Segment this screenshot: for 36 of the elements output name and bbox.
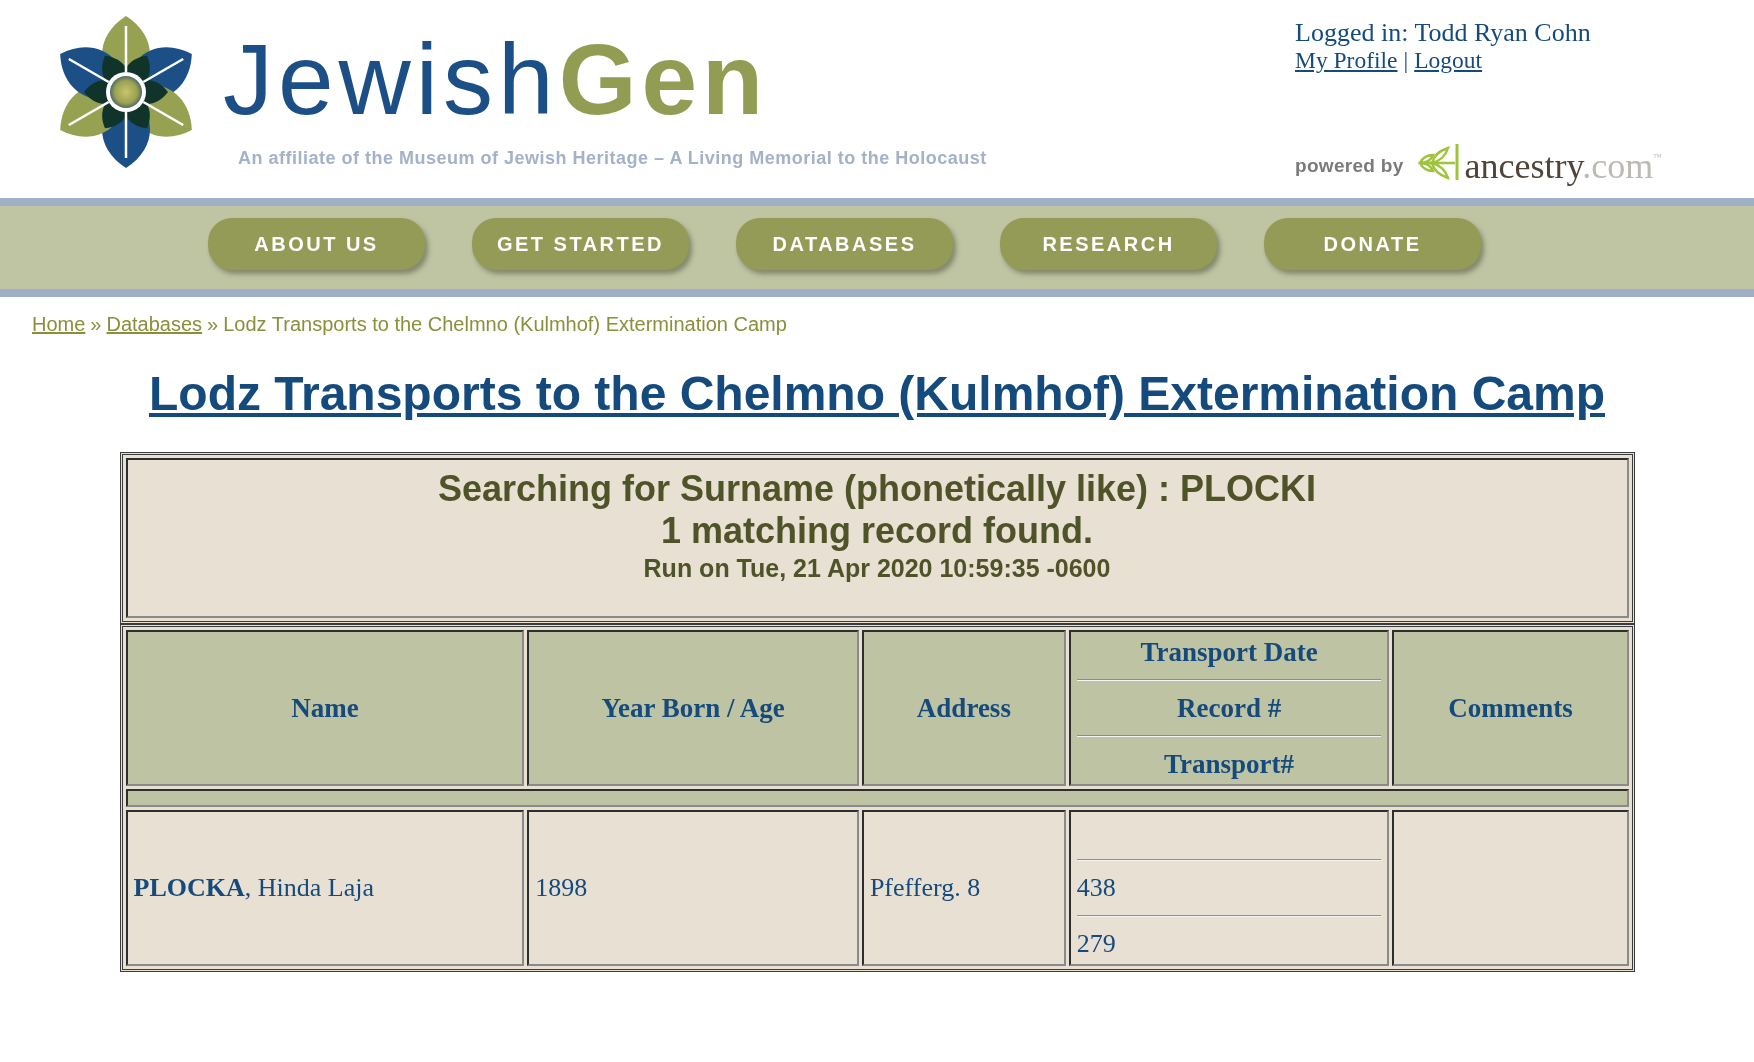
column-header: Year Born / Age: [527, 630, 859, 786]
leaf-sprig-icon: [1417, 142, 1462, 181]
nav-button[interactable]: GET STARTED: [472, 218, 689, 270]
account-link[interactable]: My Profile: [1295, 47, 1398, 74]
column-header-label: Record #: [1177, 692, 1282, 724]
table-cell-value: 279: [1076, 929, 1116, 959]
logo-wordmark[interactable]: JewishGen: [223, 29, 769, 129]
column-header: Name: [125, 630, 525, 786]
search-run-time: Run on Tue, 21 Apr 2020 10:59:35 -0600: [642, 553, 1112, 584]
nav-button[interactable]: DONATE: [1264, 218, 1481, 270]
column-header: Address: [861, 630, 1066, 786]
table-cell: PLOCKA, Hinda Laja: [125, 810, 525, 966]
link-separator: |: [1403, 47, 1409, 74]
column-header-label: Transport Date: [1140, 636, 1318, 668]
nav-button[interactable]: DATABASES: [736, 218, 953, 270]
breadcrumb-current: Lodz Transports to the Chelmno (Kulmhof) Extermination Camp: [223, 312, 787, 336]
search-summary-heading: 1 matching record found.: [659, 510, 1094, 552]
column-header-label: Transport#: [1164, 748, 1295, 780]
table-cell: Pfefferg. 8: [861, 810, 1066, 966]
nav-button[interactable]: ABOUT US: [208, 218, 425, 270]
breadcrumb-link[interactable]: Home: [32, 312, 86, 336]
breadcrumb-link[interactable]: Databases: [106, 312, 203, 336]
login-status-text: Logged in: Todd Ryan Cohn: [1295, 19, 1591, 47]
page-title-link[interactable]: Lodz Transports to the Chelmno (Kulmhof) Extermination Camp: [149, 367, 1605, 420]
account-link[interactable]: Logout: [1414, 47, 1483, 74]
powered-by-label: powered by: [1295, 154, 1404, 177]
table-cell-value: 438: [1076, 873, 1116, 903]
flower-logo-icon: [59, 15, 193, 169]
breadcrumb-separator: »: [207, 312, 219, 336]
ancestry-wordmark[interactable]: ancestry.com$^{™}$: [1464, 138, 1662, 185]
search-summary-heading: Searching for Surname (phonetically like) : PLOCKI: [436, 468, 1318, 510]
breadcrumb-separator: »: [90, 312, 102, 336]
column-header: Comments: [1392, 630, 1629, 786]
tagline-text: An affiliate of the Museum of Jewish Heritage – A Living Memorial to the Holocaust: [238, 147, 987, 169]
nav-button[interactable]: RESEARCH: [1000, 218, 1217, 270]
table-cell: 1898: [527, 810, 859, 966]
